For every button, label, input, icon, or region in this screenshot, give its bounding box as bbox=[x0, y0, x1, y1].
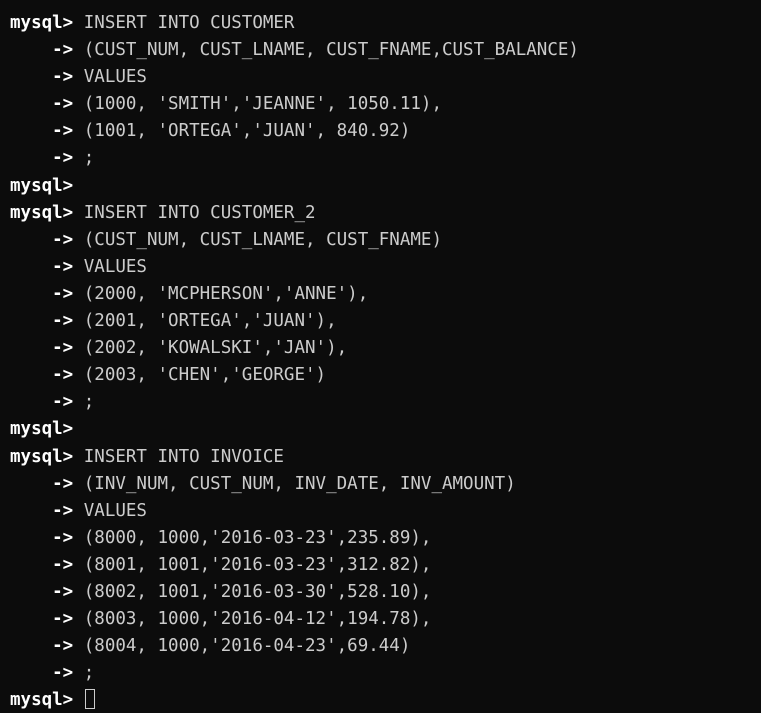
command-text: INSERT INTO CUSTOMER bbox=[73, 13, 295, 33]
terminal-line: mysql> INSERT INTO INVOICE bbox=[10, 444, 761, 471]
continuation-prompt: -> bbox=[10, 636, 74, 657]
continuation-prompt: -> bbox=[10, 283, 74, 304]
mysql-prompt: mysql> bbox=[10, 419, 74, 440]
command-text: INSERT INTO INVOICE bbox=[73, 446, 284, 467]
terminal-line: -> (8000, 1000,'2016-03-23',235.89), bbox=[10, 525, 761, 552]
continuation-prompt: -> bbox=[10, 500, 74, 521]
mysql-prompt: mysql> bbox=[10, 690, 74, 711]
terminal-line: -> ; bbox=[10, 145, 761, 172]
command-text: VALUES bbox=[73, 256, 147, 277]
mysql-prompt: mysql> bbox=[10, 202, 74, 223]
terminal-line: -> VALUES bbox=[10, 64, 761, 91]
continuation-prompt: -> bbox=[10, 229, 74, 250]
command-text: ; bbox=[73, 392, 95, 413]
command-text: (8004, 1000,'2016-04-23',69.44) bbox=[73, 636, 411, 657]
continuation-prompt: -> bbox=[10, 527, 74, 548]
command-text: (INV_NUM, CUST_NUM, INV_DATE, INV_AMOUNT… bbox=[73, 473, 516, 494]
continuation-prompt: -> bbox=[10, 256, 74, 277]
command-text: VALUES bbox=[73, 67, 147, 88]
command-text: (1001, 'ORTEGA','JUAN', 840.92) bbox=[73, 121, 411, 142]
command-text: (8001, 1001,'2016-03-23',312.82), bbox=[73, 554, 432, 575]
continuation-prompt: -> bbox=[10, 609, 74, 630]
continuation-prompt: -> bbox=[10, 338, 74, 359]
text-cursor[interactable] bbox=[84, 689, 95, 710]
terminal-line: -> (8002, 1001,'2016-03-30',528.10), bbox=[10, 579, 761, 606]
terminal-line: -> (2000, 'MCPHERSON','ANNE'), bbox=[10, 281, 761, 308]
continuation-prompt: -> bbox=[10, 40, 74, 61]
terminal-line: -> (CUST_NUM, CUST_LNAME, CUST_FNAME) bbox=[10, 227, 761, 254]
terminal-line: mysql> bbox=[10, 687, 761, 713]
command-text: (2000, 'MCPHERSON','ANNE'), bbox=[73, 283, 369, 304]
terminal-window[interactable]: mysql> INSERT INTO CUSTOMER -> (CUST_NUM… bbox=[0, 0, 761, 713]
continuation-prompt: -> bbox=[10, 365, 74, 386]
terminal-line: mysql> bbox=[10, 173, 761, 200]
continuation-prompt: -> bbox=[10, 121, 74, 142]
command-text: ; bbox=[73, 148, 95, 169]
terminal-line: mysql> INSERT INTO CUSTOMER_2 bbox=[10, 200, 761, 227]
command-text: (CUST_NUM, CUST_LNAME, CUST_FNAME,CUST_B… bbox=[73, 40, 579, 61]
terminal-line: -> VALUES bbox=[10, 254, 761, 281]
terminal-line: -> ; bbox=[10, 660, 761, 687]
terminal-line: -> (2002, 'KOWALSKI','JAN'), bbox=[10, 335, 761, 362]
continuation-prompt: -> bbox=[10, 392, 74, 413]
terminal-line: -> (8003, 1000,'2016-04-12',194.78), bbox=[10, 606, 761, 633]
command-text: (2002, 'KOWALSKI','JAN'), bbox=[73, 338, 348, 359]
terminal-line: -> (2001, 'ORTEGA','JUAN'), bbox=[10, 308, 761, 335]
terminal-line: -> (INV_NUM, CUST_NUM, INV_DATE, INV_AMO… bbox=[10, 471, 761, 498]
command-text: (1000, 'SMITH','JEANNE', 1050.11), bbox=[73, 94, 442, 115]
terminal-line: -> (1001, 'ORTEGA','JUAN', 840.92) bbox=[10, 118, 761, 145]
continuation-prompt: -> bbox=[10, 581, 74, 602]
terminal-line: -> ; bbox=[10, 389, 761, 416]
terminal-line: mysql> bbox=[10, 416, 761, 443]
command-text: VALUES bbox=[73, 500, 147, 521]
command-text: ; bbox=[73, 663, 95, 684]
continuation-prompt: -> bbox=[10, 663, 74, 684]
command-text: (2001, 'ORTEGA','JUAN'), bbox=[73, 311, 337, 332]
command-text: (CUST_NUM, CUST_LNAME, CUST_FNAME) bbox=[73, 229, 442, 250]
command-text: (8000, 1000,'2016-03-23',235.89), bbox=[73, 527, 432, 548]
continuation-prompt: -> bbox=[10, 554, 74, 575]
terminal-line: -> (8001, 1001,'2016-03-23',312.82), bbox=[10, 552, 761, 579]
continuation-prompt: -> bbox=[10, 473, 74, 494]
command-text: (2003, 'CHEN','GEORGE') bbox=[73, 365, 327, 386]
continuation-prompt: -> bbox=[10, 67, 74, 88]
command-text: INSERT INTO CUSTOMER_2 bbox=[73, 202, 316, 223]
terminal-line: -> (CUST_NUM, CUST_LNAME, CUST_FNAME,CUS… bbox=[10, 37, 761, 64]
mysql-prompt: mysql> bbox=[10, 446, 74, 467]
terminal-line: -> (8004, 1000,'2016-04-23',69.44) bbox=[10, 633, 761, 660]
continuation-prompt: -> bbox=[10, 148, 74, 169]
mysql-prompt: mysql> bbox=[10, 13, 74, 33]
terminal-line: -> (2003, 'CHEN','GEORGE') bbox=[10, 362, 761, 389]
continuation-prompt: -> bbox=[10, 94, 74, 115]
terminal-line: -> VALUES bbox=[10, 498, 761, 525]
command-text: (8003, 1000,'2016-04-12',194.78), bbox=[73, 609, 432, 630]
terminal-line: mysql> INSERT INTO CUSTOMER bbox=[10, 10, 761, 37]
terminal-line: -> (1000, 'SMITH','JEANNE', 1050.11), bbox=[10, 91, 761, 118]
command-text: (8002, 1001,'2016-03-30',528.10), bbox=[73, 581, 432, 602]
mysql-prompt: mysql> bbox=[10, 175, 74, 196]
continuation-prompt: -> bbox=[10, 311, 74, 332]
